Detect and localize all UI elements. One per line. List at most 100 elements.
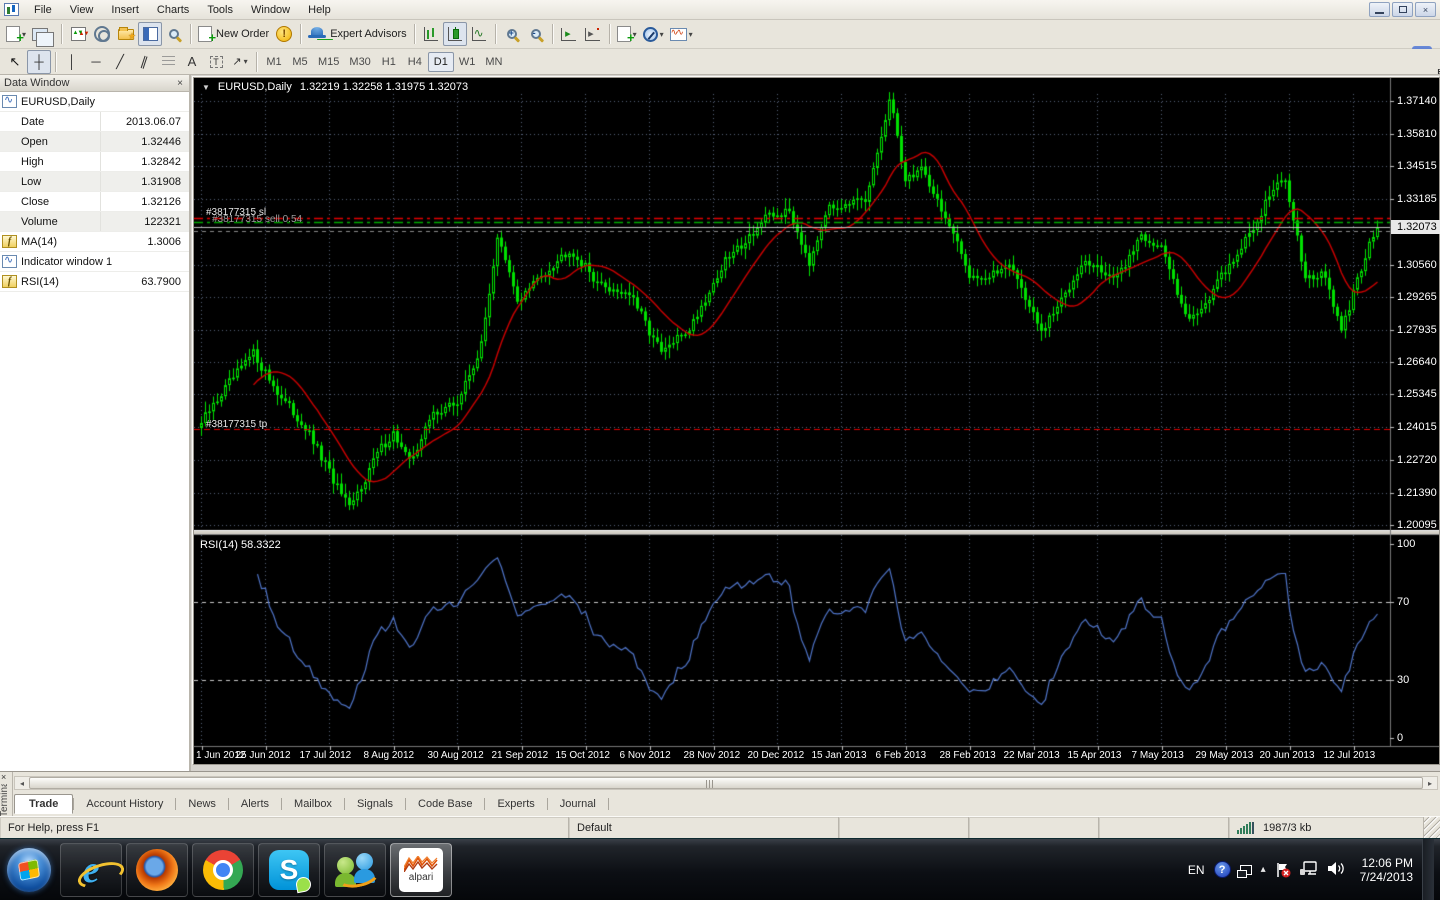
rsi-axis: 10070300	[1390, 78, 1440, 746]
restore-button[interactable]	[1392, 2, 1413, 17]
take-profit-label[interactable]: #38177315 tp	[206, 419, 267, 430]
fibonacci-button[interactable]: F	[156, 50, 180, 74]
menu-file[interactable]: File	[25, 2, 61, 18]
timeframe-mn[interactable]: MN	[480, 52, 507, 72]
tab-code-base[interactable]: Code Base	[406, 795, 484, 813]
crosshair-tool-button[interactable]: ┼	[27, 50, 51, 74]
tab-experts[interactable]: Experts	[485, 795, 546, 813]
taskbar-firefox[interactable]	[126, 843, 188, 897]
market-watch-button[interactable]	[66, 22, 90, 46]
strategy-tester-icon	[169, 29, 179, 39]
bar-chart-button[interactable]	[419, 22, 443, 46]
tab-account-history[interactable]: Account History	[74, 795, 175, 813]
action-center-flag-icon[interactable]	[1275, 862, 1291, 878]
language-indicator[interactable]: EN	[1188, 863, 1205, 877]
chart-shift-button[interactable]	[581, 22, 605, 46]
menu-items: FileViewInsertChartsToolsWindowHelp	[25, 4, 340, 16]
menu-help[interactable]: Help	[299, 2, 340, 18]
tab-mailbox[interactable]: Mailbox	[282, 795, 344, 813]
tray-clock[interactable]: 12:06 PM 7/24/2013	[1354, 856, 1413, 884]
scroll-left-icon[interactable]: ◂	[15, 777, 29, 789]
vertical-line-button[interactable]: │	[60, 50, 84, 74]
show-desktop-button[interactable]	[1422, 839, 1434, 900]
volume-tray-icon[interactable]	[1327, 861, 1345, 879]
menu-tools[interactable]: Tools	[198, 2, 242, 18]
timeframe-m30[interactable]: M30	[344, 52, 375, 72]
arrows-icon: ↗	[232, 55, 241, 68]
scrollbar-thumb[interactable]	[29, 777, 1423, 789]
date-axis[interactable]: 1 Jun 201225 Jun 201217 Jul 20128 Aug 20…	[194, 748, 1440, 766]
new-chart-button[interactable]: + ▾	[3, 22, 29, 46]
date-tick-label: 20 Jun 2013	[1260, 750, 1315, 761]
data-window-close-icon[interactable]: ×	[175, 78, 185, 89]
text-label-button[interactable]: T	[204, 50, 228, 74]
timeframe-h1[interactable]: H1	[376, 52, 402, 72]
window-stack-tray-icon[interactable]	[1240, 865, 1252, 875]
auto-scroll-button[interactable]	[557, 22, 581, 46]
timeframe-m5[interactable]: M5	[287, 52, 313, 72]
text-tool-button[interactable]: A	[180, 50, 204, 74]
timeframe-m15[interactable]: M15	[313, 52, 344, 72]
periods-button[interactable]: ▾	[640, 22, 667, 46]
trendline-button[interactable]: ╱	[108, 50, 132, 74]
taskbar-skype[interactable]: S	[258, 843, 320, 897]
candlestick-button[interactable]	[443, 22, 467, 46]
taskbar-messenger[interactable]	[324, 843, 386, 897]
favorites-button[interactable]	[114, 22, 138, 46]
indicators-button[interactable]: + ▾	[614, 22, 640, 46]
tab-signals[interactable]: Signals	[345, 795, 405, 813]
channel-button[interactable]: ∥E	[132, 50, 156, 74]
tab-journal[interactable]: Journal	[548, 795, 608, 813]
timeframe-m1[interactable]: M1	[261, 52, 287, 72]
network-tray-icon[interactable]	[1300, 861, 1318, 879]
scroll-right-icon[interactable]: ▸	[1423, 777, 1437, 789]
menu-window[interactable]: Window	[242, 2, 299, 18]
profiles-button[interactable]: ▾	[29, 22, 57, 46]
cursor-tool-button[interactable]: ↖	[3, 50, 27, 74]
minimize-button[interactable]	[1369, 2, 1390, 17]
data-window-button[interactable]	[138, 22, 162, 46]
date-tick-label: 22 Mar 2013	[1004, 750, 1060, 761]
alert-button[interactable]: !	[272, 22, 296, 46]
taskbar-alpari-metatrader[interactable]: alpari	[390, 843, 452, 897]
tab-alerts[interactable]: Alerts	[229, 795, 281, 813]
taskbar-chrome[interactable]	[192, 843, 254, 897]
tab-trade[interactable]: Trade	[14, 794, 73, 814]
close-button[interactable]: ×	[1415, 2, 1436, 17]
data-window-header[interactable]: Data Window ×	[0, 75, 189, 92]
strategy-tester-button[interactable]	[162, 22, 186, 46]
price-chart[interactable]	[194, 78, 1439, 764]
timeframe-w1[interactable]: W1	[454, 52, 481, 72]
terminal-panel: × Terminal ◂ ▸ TradeAccount HistoryNewsA…	[0, 771, 1440, 816]
terminal-close-icon[interactable]: ×	[1, 772, 6, 782]
arrows-tool-button[interactable]: ↗▾	[228, 50, 252, 74]
tab-news[interactable]: News	[176, 795, 228, 813]
rsi-indicator-label: RSI(14) 58.3322	[200, 539, 281, 551]
menu-charts[interactable]: Charts	[148, 2, 198, 18]
menu-view[interactable]: View	[61, 2, 103, 18]
line-chart-button[interactable]	[467, 22, 491, 46]
zoom-in-button[interactable]: +	[500, 22, 524, 46]
taskbar-internet-explorer[interactable]: e	[60, 843, 122, 897]
status-profile[interactable]: Default	[569, 817, 839, 838]
timeframe-h4[interactable]: H4	[402, 52, 428, 72]
expert-advisors-button[interactable]: Expert Advisors	[305, 22, 409, 46]
resize-grip[interactable]	[1424, 817, 1440, 838]
templates-button[interactable]: ▾	[667, 22, 696, 46]
date-tick-label: 30 Aug 2012	[428, 750, 484, 761]
help-tray-icon[interactable]: ?	[1214, 861, 1231, 878]
hidden-icons-arrow[interactable]: ▴	[1261, 864, 1266, 875]
timeframe-d1[interactable]: D1	[428, 52, 454, 72]
zoom-out-button[interactable]: -	[524, 22, 548, 46]
new-order-button[interactable]: + New Order	[195, 22, 272, 46]
chart-dropdown-icon[interactable]: ▼	[202, 83, 210, 92]
menu-insert[interactable]: Insert	[102, 2, 148, 18]
data-window-row-open: Open1.32446	[0, 132, 189, 152]
date-tick-label: 8 Aug 2012	[364, 750, 415, 761]
navigator-button[interactable]	[90, 22, 114, 46]
start-button[interactable]	[2, 843, 56, 897]
sell-order-label[interactable]: #38177315 sell 0.54	[212, 214, 302, 225]
data-window-row-low: Low1.31908	[0, 172, 189, 192]
horizontal-line-button[interactable]: ─	[84, 50, 108, 74]
horizontal-scrollbar[interactable]: ◂ ▸	[14, 776, 1438, 790]
